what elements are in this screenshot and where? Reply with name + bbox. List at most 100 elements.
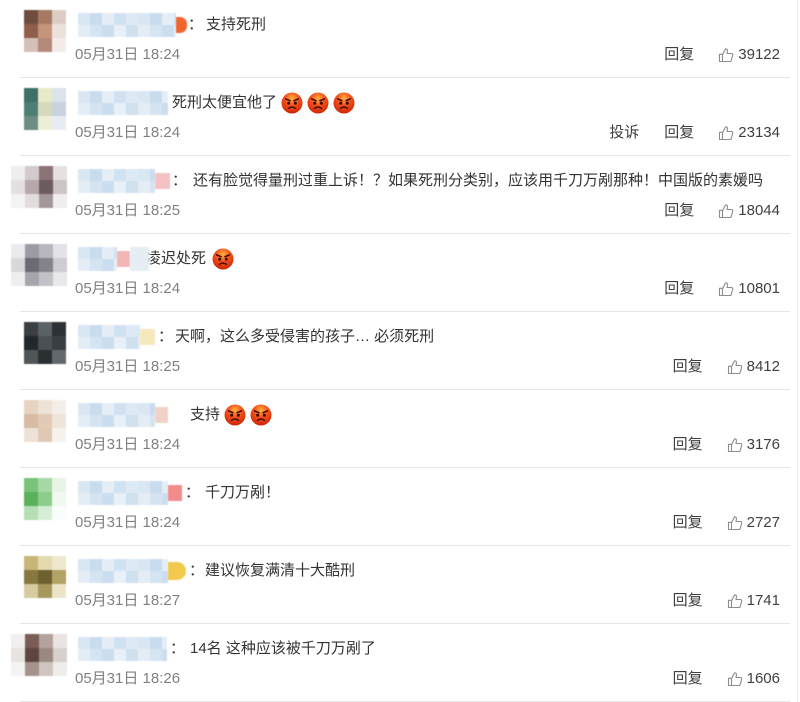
comment-actions: 回复 1741: [673, 591, 780, 611]
comment-text: 14名 这种应该被千刀万剐了: [190, 640, 376, 657]
comment-line: ： 14名 这种应该被千刀万剐了: [78, 637, 376, 661]
like-button[interactable]: 39122: [718, 45, 780, 65]
like-button[interactable]: 18044: [718, 201, 780, 221]
username-blurred-tail: [130, 247, 149, 271]
avatar[interactable]: [11, 166, 67, 208]
thumbs-up-icon: [727, 359, 743, 375]
like-count: 23134: [738, 124, 780, 141]
reply-button[interactable]: 回复: [664, 45, 694, 65]
username-blurred[interactable]: [78, 481, 168, 505]
thumbs-up-icon: [718, 125, 734, 141]
comment-line: ： 建议恢复满清十大酷刑: [78, 559, 355, 583]
avatar[interactable]: [24, 10, 66, 52]
username-blurred[interactable]: [78, 559, 168, 583]
comment-actions: 回复 10801: [664, 279, 780, 299]
comment-item: ： 千刀万剐！ 05月31日 18:24 回复 2727: [0, 468, 800, 546]
comment-item: ： 建议恢复满清十大酷刑 05月31日 18:27 回复 1741: [0, 546, 800, 624]
comment-timestamp: 05月31日 18:27: [75, 592, 181, 609]
avatar[interactable]: [24, 556, 66, 598]
username-blurred[interactable]: [78, 325, 140, 349]
comment-item: 凌迟处死 05月31日 18:24 回复 10801: [0, 234, 800, 312]
username-badge-blurred: [155, 407, 168, 423]
like-count: 18044: [738, 202, 780, 219]
username-blurred[interactable]: [78, 403, 155, 427]
comment-text: 天啊，这么多受侵害的孩子… 必须死刑: [175, 328, 435, 345]
reply-button[interactable]: 回复: [673, 435, 703, 455]
username-badge-blurred: [176, 17, 187, 33]
comment-item: 死刑太便宜他了 05月31日 18:24 投诉 回复 23134: [0, 78, 800, 156]
reply-button[interactable]: 回复: [664, 279, 694, 299]
username-blurred[interactable]: [78, 637, 167, 661]
comment-actions: 回复 1606: [673, 669, 780, 689]
comment-timestamp: 05月31日 18:25: [75, 358, 181, 375]
like-count: 8412: [746, 358, 780, 375]
reply-button[interactable]: 回复: [673, 357, 703, 377]
like-button[interactable]: 2727: [727, 513, 780, 533]
angry-face-emoji-icon: [333, 92, 355, 114]
comment-item: ： 14名 这种应该被千刀万剐了 05月31日 18:26 回复 1606: [0, 624, 800, 702]
comment-timestamp: 05月31日 18:24: [75, 124, 181, 141]
angry-face-emoji-icon: [250, 404, 272, 426]
comment-text: 死刑太便宜他了: [172, 94, 278, 111]
comment-actions: 回复 3176: [673, 435, 780, 455]
like-count: 3176: [746, 436, 780, 453]
comment-actions: 回复 8412: [673, 357, 780, 377]
like-count: 10801: [738, 280, 780, 297]
comment-actions: 回复 18044: [664, 201, 780, 221]
username-badge-blurred: [168, 562, 186, 580]
username-badge-blurred: [140, 329, 155, 345]
comment-actions: 回复 2727: [673, 513, 780, 533]
comment-text: 支持: [190, 406, 221, 423]
comment-timestamp: 05月31日 18:24: [75, 46, 181, 63]
thumbs-up-icon: [718, 47, 734, 63]
comment-list: ： 支持死刑 05月31日 18:24 回复 39122 死刑太便宜他了 05月…: [0, 0, 800, 702]
avatar[interactable]: [11, 634, 67, 676]
like-button[interactable]: 1741: [727, 591, 780, 611]
username-badge-blurred: [168, 485, 182, 501]
like-count: 1606: [746, 670, 780, 687]
comment-line: ： 天啊，这么多受侵害的孩子… 必须死刑: [78, 325, 434, 349]
username-blurred[interactable]: [78, 169, 155, 193]
comment-line: 死刑太便宜他了: [78, 91, 355, 115]
reply-button[interactable]: 回复: [673, 591, 703, 611]
username-blurred[interactable]: [78, 13, 176, 37]
like-button[interactable]: 10801: [718, 279, 780, 299]
thumbs-up-icon: [727, 593, 743, 609]
thumbs-up-icon: [727, 515, 743, 531]
comment-text: 还有脸觉得量刑过重上诉！？如果死刑分类别，应该用千刀万剐那种！中国版的素媛吗: [193, 172, 764, 189]
reply-button[interactable]: 回复: [673, 669, 703, 689]
reply-button[interactable]: 回复: [664, 201, 694, 221]
angry-face-emoji-icon: [224, 404, 246, 426]
comment-item: ： 支持死刑 05月31日 18:24 回复 39122: [0, 0, 800, 78]
avatar[interactable]: [24, 88, 66, 130]
like-button[interactable]: 23134: [718, 123, 780, 143]
reply-button[interactable]: 回复: [664, 123, 694, 143]
username-blurred[interactable]: [78, 247, 117, 271]
comment-timestamp: 05月31日 18:24: [75, 436, 181, 453]
username-separator: ：: [172, 172, 188, 189]
like-button[interactable]: 1606: [727, 669, 780, 689]
comment-timestamp: 05月31日 18:25: [75, 202, 181, 219]
avatar[interactable]: [24, 478, 66, 520]
report-button[interactable]: 投诉: [609, 123, 639, 143]
comment-item: ： 天啊，这么多受侵害的孩子… 必须死刑 05月31日 18:25 回复 841…: [0, 312, 800, 390]
thumbs-up-icon: [718, 203, 734, 219]
avatar[interactable]: [24, 322, 66, 364]
comment-line: ： 还有脸觉得量刑过重上诉！？如果死刑分类别，应该用千刀万剐那种！中国版的素媛吗: [78, 169, 763, 193]
avatar[interactable]: [11, 244, 67, 286]
comment-timestamp: 05月31日 18:24: [75, 280, 181, 297]
like-button[interactable]: 8412: [727, 357, 780, 377]
like-count: 39122: [738, 46, 780, 63]
thumbs-up-icon: [727, 671, 743, 687]
like-button[interactable]: 3176: [727, 435, 780, 455]
avatar[interactable]: [24, 400, 66, 442]
username-blurred[interactable]: [78, 91, 168, 115]
like-count: 2727: [746, 514, 780, 531]
comment-timestamp: 05月31日 18:26: [75, 670, 181, 687]
reply-button[interactable]: 回复: [673, 513, 703, 533]
username-badge-blurred: [155, 173, 170, 189]
comment-actions: 回复 39122: [664, 45, 780, 65]
thumbs-up-icon: [718, 281, 734, 297]
angry-face-emoji-icon: [281, 92, 303, 114]
comment-item: 支持 05月31日 18:24 回复 3176: [0, 390, 800, 468]
